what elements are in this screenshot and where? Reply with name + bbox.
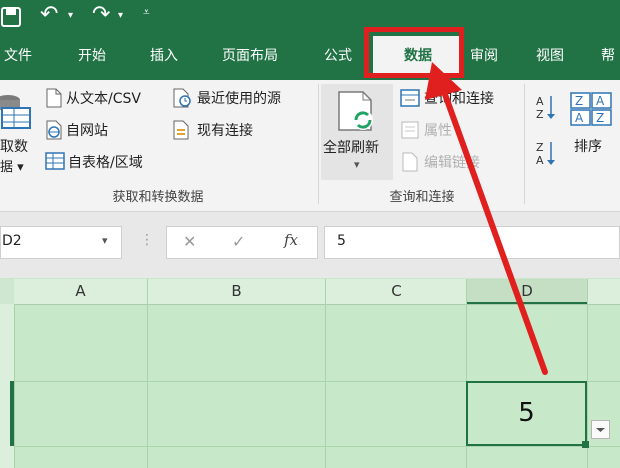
group-label-get-transform: 获取和转换数据	[112, 190, 204, 205]
fill-handle[interactable]	[582, 441, 589, 448]
existing-connections-icon	[172, 120, 192, 144]
from-web-button[interactable]: 自网站	[66, 120, 108, 140]
insert-function-icon[interactable]: fx	[284, 231, 298, 249]
undo-dropdown-icon[interactable]: ▾	[68, 10, 73, 21]
ribbon-separator-2	[524, 84, 525, 204]
get-data-label-line2[interactable]: 据 ▾	[0, 156, 24, 175]
name-box-value: D2	[2, 233, 22, 249]
cell-dropdown-button[interactable]	[591, 420, 610, 439]
svg-text:A: A	[536, 154, 544, 166]
formula-bar-grip-icon[interactable]: ⋮	[140, 232, 154, 248]
gridline-col-ab	[147, 279, 148, 468]
tab-home[interactable]: 开始	[70, 38, 114, 74]
svg-text:Z: Z	[536, 141, 544, 154]
recent-sources-icon	[172, 88, 192, 112]
tab-help[interactable]: 帮	[596, 38, 620, 74]
column-header-b[interactable]: B	[148, 279, 325, 304]
column-header-c[interactable]: C	[326, 279, 467, 304]
tab-review[interactable]: 审阅	[462, 38, 506, 74]
svg-text:A: A	[575, 111, 584, 125]
row-header-active[interactable]	[10, 381, 14, 446]
refresh-all-dropdown-icon[interactable]: ▾	[354, 158, 360, 171]
svg-text:Z: Z	[575, 94, 583, 108]
confirm-entry-icon[interactable]: ✓	[232, 232, 245, 251]
cancel-entry-icon[interactable]: ✕	[183, 232, 196, 251]
gridline-col-bc	[325, 279, 326, 468]
table-range-icon	[45, 152, 65, 174]
from-table-range-button[interactable]: 自表格/区域	[68, 152, 143, 172]
sort-dialog-icon[interactable]: ZAAZ	[570, 92, 614, 132]
edit-links-button: 编辑链接	[424, 155, 480, 171]
svg-text:A: A	[536, 95, 544, 108]
tab-insert[interactable]: 插入	[142, 38, 186, 74]
sort-ascending-icon[interactable]: AZ	[536, 94, 558, 124]
save-icon[interactable]	[0, 6, 22, 28]
recent-sources-button[interactable]: 最近使用的源	[197, 88, 281, 108]
sort-button[interactable]: 排序	[574, 136, 602, 156]
formula-input-value: 5	[337, 233, 346, 249]
refresh-all-button[interactable]: 全部刷新	[323, 137, 379, 157]
tab-view[interactable]: 视图	[528, 38, 572, 74]
active-cell-d2[interactable]: 5	[466, 381, 587, 446]
redo-dropdown-icon[interactable]: ▾	[118, 10, 123, 21]
database-table-icon[interactable]	[0, 92, 32, 136]
formula-input[interactable]	[324, 226, 620, 259]
svg-text:A: A	[596, 94, 605, 108]
svg-text:Z: Z	[536, 108, 544, 120]
queries-connections-icon	[400, 88, 420, 112]
properties-icon	[400, 120, 420, 144]
edit-links-icon	[400, 152, 420, 176]
chevron-down-icon	[596, 428, 605, 432]
from-text-csv-button[interactable]: 从文本/CSV	[66, 88, 141, 108]
tab-page-layout[interactable]: 页面布局	[212, 38, 288, 74]
existing-connections-button[interactable]: 现有连接	[197, 120, 253, 140]
svg-text:Z: Z	[596, 111, 604, 125]
properties-button: 属性	[424, 123, 452, 139]
customize-qat-icon[interactable]: ⩡	[143, 5, 150, 20]
undo-icon[interactable]: ↶	[40, 2, 58, 27]
web-icon	[45, 120, 63, 144]
column-header-a[interactable]: A	[14, 279, 147, 304]
name-box-dropdown-icon[interactable]: ▾	[102, 234, 108, 247]
select-all-corner[interactable]	[0, 279, 14, 304]
tab-file[interactable]: 文件	[0, 38, 36, 74]
get-data-label-line1[interactable]: 取数	[0, 136, 28, 156]
sort-descending-icon[interactable]: ZA	[536, 140, 558, 170]
highlight-box-annotation	[364, 27, 464, 78]
ribbon-separator-1	[318, 84, 319, 204]
gridline-row-2	[14, 446, 620, 447]
queries-connections-button[interactable]: 查询和连接	[424, 88, 494, 108]
column-header-d[interactable]: D	[467, 279, 587, 304]
gridline-col-de	[587, 279, 588, 468]
text-file-icon	[45, 88, 63, 112]
redo-icon[interactable]: ↷	[92, 2, 110, 27]
group-label-queries: 查询和连接	[389, 190, 455, 205]
tab-formulas[interactable]: 公式	[316, 38, 360, 74]
refresh-all-icon[interactable]	[335, 90, 379, 138]
